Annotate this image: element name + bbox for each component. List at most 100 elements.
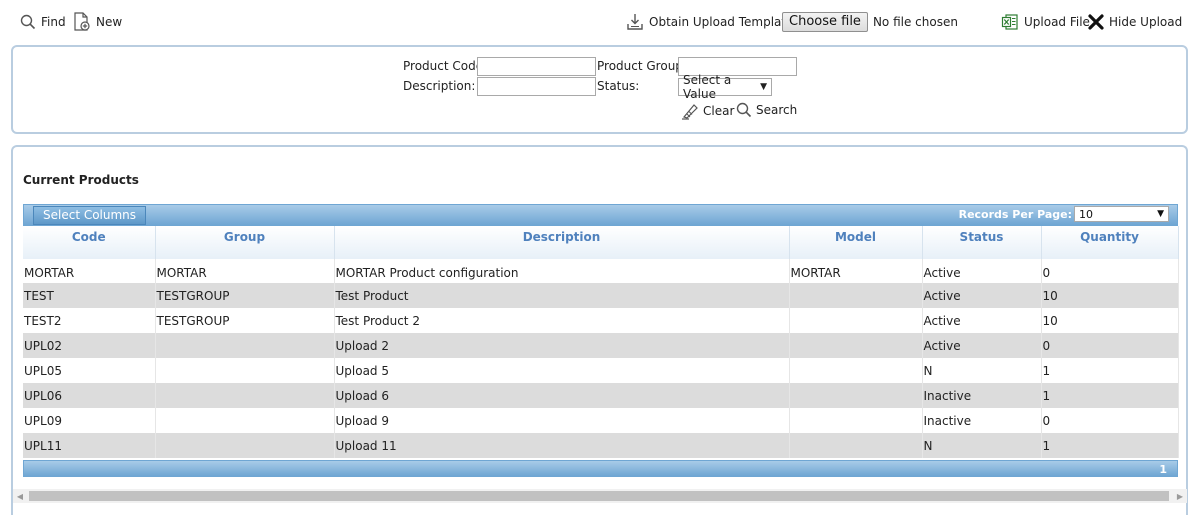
new-label: New xyxy=(96,15,123,29)
scrollbar-thumb[interactable] xyxy=(29,491,1169,501)
scroll-right-icon[interactable]: ▶ xyxy=(1173,489,1187,503)
search-button[interactable]: Search xyxy=(736,102,797,118)
product-group-label: Product Group: xyxy=(597,59,687,73)
dropdown-arrow-icon: ▼ xyxy=(1157,209,1164,219)
cell-code: UPL02 xyxy=(23,333,156,358)
scroll-left-icon[interactable]: ◀ xyxy=(13,489,27,503)
cell-quantity: 0 xyxy=(1041,259,1179,283)
cell-quantity: 1 xyxy=(1041,433,1179,458)
product-code-input[interactable] xyxy=(477,57,596,76)
cell-model xyxy=(789,383,923,408)
obtain-upload-template-label: Obtain Upload Template xyxy=(649,15,794,29)
cell-model xyxy=(789,333,923,358)
cell-status: N xyxy=(922,358,1042,383)
records-per-page-value: 10 xyxy=(1079,207,1093,221)
description-input[interactable] xyxy=(477,77,596,96)
results-title: Current Products xyxy=(23,173,139,187)
hide-upload-label: Hide Upload xyxy=(1109,15,1183,29)
table-header-row: Code Group Description Model Status Quan… xyxy=(23,226,1179,259)
cell-status: Inactive xyxy=(922,383,1042,408)
grid-pager: 1 xyxy=(23,460,1178,477)
cell-model xyxy=(789,308,923,333)
cell-description: Upload 2 xyxy=(334,333,790,358)
cell-code: UPL09 xyxy=(23,408,156,433)
cell-group xyxy=(155,433,335,458)
page-number[interactable]: 1 xyxy=(1159,463,1167,476)
column-header-quantity[interactable]: Quantity xyxy=(1041,226,1179,259)
toolbar: Find New Obtain Upload Template Choose f… xyxy=(0,0,1189,44)
cell-status: N xyxy=(922,433,1042,458)
cell-group xyxy=(155,408,335,433)
excel-icon xyxy=(1001,14,1018,30)
status-select[interactable]: Select a Value ▼ xyxy=(678,73,772,101)
description-label: Description: xyxy=(403,79,476,93)
cell-quantity: 1 xyxy=(1041,383,1179,408)
table-row[interactable]: UPL09 Upload 9 Inactive 0 xyxy=(23,408,1179,433)
table-row[interactable]: TEST2 TESTGROUP Test Product 2 Active 10 xyxy=(23,308,1179,333)
cell-group xyxy=(155,358,335,383)
status-label: Status: xyxy=(597,79,640,93)
column-header-status[interactable]: Status xyxy=(922,226,1042,259)
table-row[interactable]: UPL06 Upload 6 Inactive 1 xyxy=(23,383,1179,408)
cell-model xyxy=(789,283,923,308)
cell-group xyxy=(155,333,335,358)
cell-group: MORTAR xyxy=(155,259,335,283)
column-header-code[interactable]: Code xyxy=(23,226,156,259)
horizontal-scrollbar[interactable]: ◀ ▶ xyxy=(13,489,1187,503)
file-input[interactable]: Choose file No file chosen xyxy=(782,12,958,32)
cell-status: Active xyxy=(922,259,1042,283)
cell-model: MORTAR xyxy=(789,259,923,283)
cell-group: TESTGROUP xyxy=(155,283,335,308)
cell-model xyxy=(789,408,923,433)
eraser-icon xyxy=(682,104,698,120)
column-header-group[interactable]: Group xyxy=(155,226,335,259)
new-button[interactable]: New xyxy=(73,12,122,32)
cell-code: TEST2 xyxy=(23,308,156,333)
column-header-description[interactable]: Description xyxy=(334,226,790,259)
cell-code: MORTAR xyxy=(23,259,156,283)
clear-label: Clear xyxy=(703,104,735,118)
records-per-page-select[interactable]: 10 ▼ xyxy=(1074,206,1169,222)
table-row[interactable]: UPL02 Upload 2 Active 0 xyxy=(23,333,1179,358)
cell-quantity: 1 xyxy=(1041,358,1179,383)
cell-status: Inactive xyxy=(922,408,1042,433)
column-header-model[interactable]: Model xyxy=(789,226,923,259)
search-panel: Product Code: Product Group: Description… xyxy=(11,45,1188,134)
cell-code: TEST xyxy=(23,283,156,308)
cell-description: Upload 5 xyxy=(334,358,790,383)
obtain-upload-template-button[interactable]: Obtain Upload Template xyxy=(626,12,794,32)
cell-description: Upload 9 xyxy=(334,408,790,433)
table-row[interactable]: MORTAR MORTAR MORTAR Product configurati… xyxy=(23,259,1179,283)
table-row[interactable]: UPL11 Upload 11 N 1 xyxy=(23,433,1179,458)
search-icon xyxy=(20,14,36,30)
clear-button[interactable]: Clear xyxy=(681,102,734,120)
choose-file-button[interactable]: Choose file xyxy=(782,12,868,32)
upload-file-button[interactable]: Upload File xyxy=(1001,12,1090,32)
hide-upload-button[interactable]: Hide Upload xyxy=(1088,12,1182,32)
status-select-value: Select a Value xyxy=(683,73,732,101)
results-panel: Current Products Select Columns Records … xyxy=(11,145,1188,515)
find-label: Find xyxy=(41,15,66,29)
select-columns-button[interactable]: Select Columns xyxy=(33,206,147,225)
grid-toolbar: Select Columns Records Per Page: 10 ▼ xyxy=(23,204,1178,226)
cell-group: TESTGROUP xyxy=(155,308,335,333)
cell-quantity: 10 xyxy=(1041,283,1179,308)
products-table: Code Group Description Model Status Quan… xyxy=(23,226,1179,458)
find-button[interactable]: Find xyxy=(20,12,66,32)
cell-code: UPL06 xyxy=(23,383,156,408)
cell-code: UPL05 xyxy=(23,358,156,383)
cell-model xyxy=(789,358,923,383)
download-tray-icon xyxy=(627,14,643,30)
cell-group xyxy=(155,383,335,408)
cell-status: Active xyxy=(922,283,1042,308)
dropdown-arrow-icon: ▼ xyxy=(760,82,767,92)
table-row[interactable]: TEST TESTGROUP Test Product Active 10 xyxy=(23,283,1179,308)
cell-description: Test Product 2 xyxy=(334,308,790,333)
records-per-page-label: Records Per Page: xyxy=(958,208,1072,221)
close-icon xyxy=(1088,14,1104,30)
cell-description: Test Product xyxy=(334,283,790,308)
cell-description: Upload 11 xyxy=(334,433,790,458)
cell-quantity: 0 xyxy=(1041,333,1179,358)
cell-status: Active xyxy=(922,308,1042,333)
table-row[interactable]: UPL05 Upload 5 N 1 xyxy=(23,358,1179,383)
